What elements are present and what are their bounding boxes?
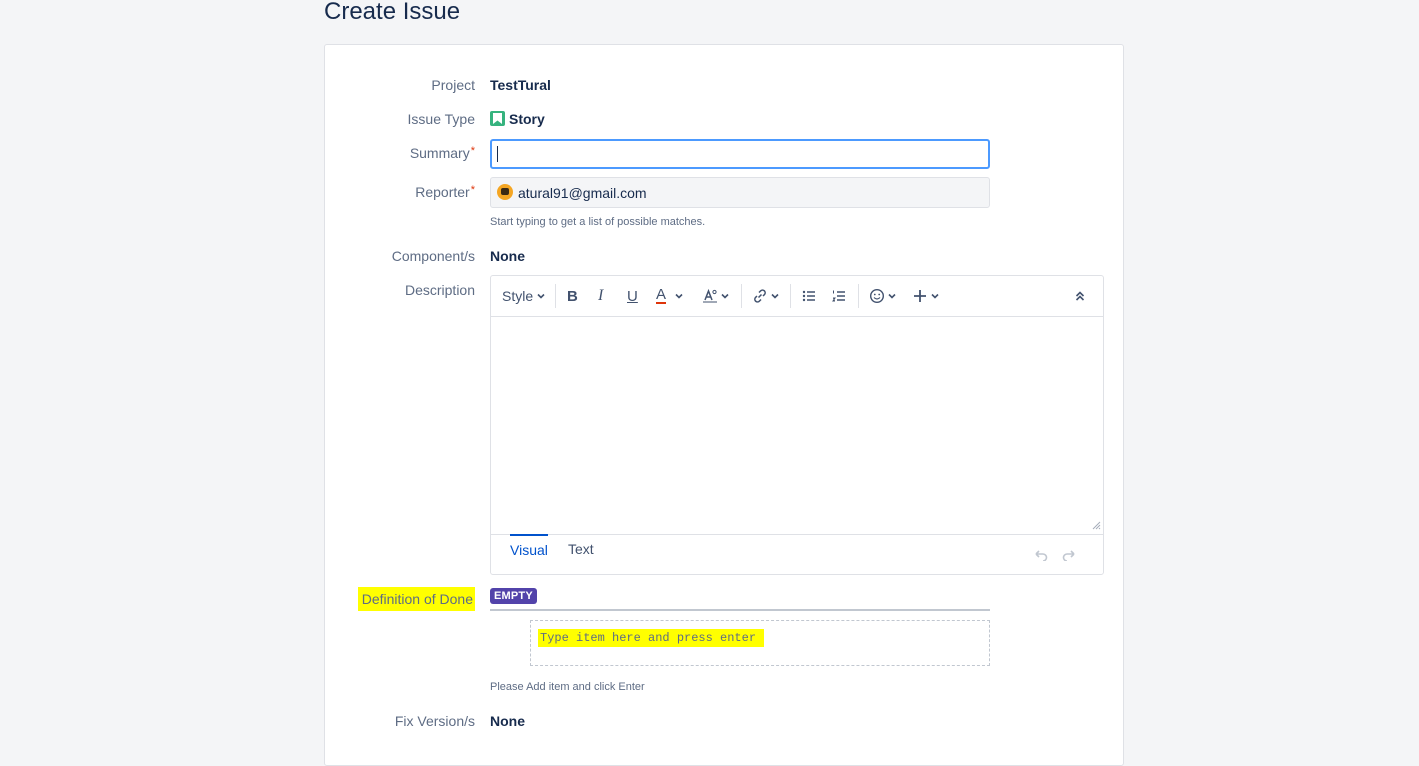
- fix-versions-value[interactable]: None: [490, 713, 525, 729]
- description-label: Description: [404, 282, 475, 298]
- issue-type-value[interactable]: Story: [490, 111, 545, 127]
- undo-icon[interactable]: [1032, 549, 1048, 561]
- summary-input[interactable]: [490, 139, 990, 169]
- reporter-hint: Start typing to get a list of possible m…: [490, 216, 706, 228]
- text-color-button[interactable]: A: [656, 286, 684, 306]
- summary-label-text: Summary: [409, 145, 470, 161]
- chevron-down-icon: [721, 293, 729, 299]
- chevron-down-icon: [931, 293, 939, 299]
- definition-of-done-hint: Please Add item and click Enter: [490, 681, 645, 693]
- reporter-label: Reporter*: [415, 184, 475, 200]
- chevron-down-icon: [888, 293, 896, 299]
- resize-handle-icon[interactable]: [1092, 521, 1101, 530]
- insert-more-button[interactable]: [912, 286, 940, 306]
- editor-mode-tabs: Visual Text: [491, 534, 1103, 575]
- plus-icon: [914, 290, 926, 302]
- bullet-list-icon[interactable]: [802, 286, 816, 306]
- issue-type-text: Story: [509, 111, 545, 127]
- toolbar-divider: [555, 284, 556, 308]
- create-issue-form: Project TestTural Issue Type Story Summa…: [324, 44, 1124, 766]
- link-button[interactable]: [752, 286, 780, 306]
- definition-of-done-input[interactable]: Type item here and press enter: [530, 620, 990, 666]
- text-color-icon: A: [656, 286, 667, 304]
- fix-versions-label: Fix Version/s: [394, 713, 475, 729]
- definition-of-done-placeholder: Type item here and press enter: [538, 629, 765, 647]
- tab-visual[interactable]: Visual: [510, 534, 548, 564]
- collapse-toolbar-icon[interactable]: [1074, 286, 1086, 306]
- issue-type-label: Issue Type: [407, 111, 475, 127]
- project-label: Project: [431, 77, 475, 93]
- divider: [490, 609, 990, 611]
- more-formatting-button[interactable]: [702, 286, 730, 306]
- editor-toolbar: Style B I U A: [491, 276, 1103, 317]
- toolbar-divider: [790, 284, 791, 308]
- more-formatting-icon: [703, 288, 717, 303]
- tab-text[interactable]: Text: [568, 541, 594, 563]
- required-mark: *: [470, 145, 475, 157]
- toolbar-divider: [741, 284, 742, 308]
- text-caret: [497, 146, 498, 162]
- definition-of-done-label: Definition of Done: [357, 587, 475, 611]
- reporter-label-text: Reporter: [415, 184, 470, 200]
- emoji-icon: [869, 288, 885, 304]
- project-value: TestTural: [490, 77, 551, 93]
- reporter-input[interactable]: atural91@gmail.com: [490, 177, 990, 208]
- required-mark: *: [470, 184, 475, 196]
- story-icon: [490, 111, 505, 126]
- numbered-list-icon[interactable]: [832, 286, 846, 306]
- avatar: [497, 184, 513, 200]
- description-editor[interactable]: Style B I U A Visual Text: [490, 275, 1104, 575]
- chevron-down-icon: [771, 293, 779, 299]
- chevron-down-icon: [537, 293, 545, 299]
- style-dropdown[interactable]: Style: [502, 286, 546, 306]
- underline-icon[interactable]: U: [627, 286, 638, 306]
- components-label: Component/s: [391, 248, 475, 264]
- components-value[interactable]: None: [490, 248, 525, 264]
- page-title: Create Issue: [324, 0, 461, 25]
- toolbar-divider: [858, 284, 859, 308]
- link-icon: [754, 289, 766, 303]
- redo-icon[interactable]: [1062, 549, 1078, 561]
- style-label: Style: [502, 288, 534, 304]
- emoji-button[interactable]: [869, 286, 897, 306]
- italic-icon[interactable]: I: [598, 286, 603, 306]
- reporter-value: atural91@gmail.com: [518, 185, 647, 201]
- chevron-down-icon: [675, 293, 683, 299]
- summary-label: Summary*: [410, 145, 475, 161]
- status-badge: EMPTY: [490, 588, 537, 604]
- bold-icon[interactable]: B: [567, 286, 578, 306]
